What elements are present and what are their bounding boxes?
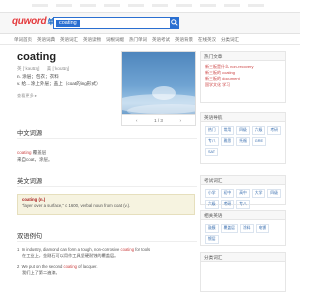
panel-title: 英语导航 — [201, 113, 285, 122]
exam-tag[interactable]: 六级 — [205, 200, 219, 209]
utility-link[interactable] — [248, 4, 264, 7]
examples-title: 双语例句 — [17, 233, 43, 240]
nav-item[interactable]: 英语考试 — [152, 35, 170, 45]
related-tag[interactable]: 涂料 — [239, 224, 254, 233]
utility-link[interactable] — [200, 4, 216, 7]
nav-tag[interactable]: GRE — [251, 137, 267, 146]
nav-tag[interactable]: 专八 — [205, 137, 219, 146]
related-tag[interactable]: 鼓膜 — [205, 224, 219, 233]
search-query-chip: coating — [56, 20, 80, 27]
definition-verb: v. 给…涂上外层；盖上（coat的ing形式） — [17, 81, 101, 86]
related-panel: 相关英语 鼓膜 覆盖层 涂料 电镀镀层 — [200, 210, 286, 246]
top-utility-bar — [0, 0, 300, 13]
next-arrow-icon[interactable]: › — [180, 115, 182, 126]
nav-panel: 英语导航 热门 常用 四级 六级 考研专八 雅思 托福 GRE SAT — [200, 112, 286, 164]
panel-title: 分类词汇 — [201, 253, 285, 262]
chinese-etymology-title: 中文词源 — [17, 130, 43, 137]
nav-item[interactable]: 单词首页 — [14, 35, 32, 45]
utility-link[interactable] — [152, 4, 168, 7]
search-input[interactable]: coating — [53, 17, 171, 29]
nav-item[interactable]: 在线英汉 — [198, 35, 216, 45]
example-item: 1 In industry, diamond can form a tough,… — [17, 247, 151, 258]
nav-item[interactable]: 分类词汇 — [221, 35, 239, 45]
panel-title: 考试词汇 — [201, 176, 285, 185]
related-tag[interactable]: 镀层 — [205, 235, 219, 244]
utility-link[interactable] — [32, 4, 48, 7]
photo-pager: ‹ 1 / 3 › — [121, 114, 196, 126]
exam-tag[interactable]: 专八 — [236, 200, 250, 209]
panel-title: 热门文章 — [201, 52, 285, 61]
divider — [17, 138, 197, 139]
exam-tag[interactable]: 大学 — [251, 189, 266, 198]
more-link[interactable]: 查看更多 ▸ — [17, 93, 37, 99]
nav-item[interactable]: 词根词缀 — [106, 35, 124, 45]
utility-link[interactable] — [224, 4, 240, 7]
utility-link[interactable] — [80, 4, 96, 7]
site-header: quword单词 coating — [0, 13, 300, 34]
nav-tag[interactable]: 常用 — [220, 126, 235, 135]
related-tag[interactable]: 电镀 — [255, 224, 270, 233]
utility-link[interactable] — [176, 4, 192, 7]
main-nav: 单词首页 英语词典 英语词汇 英语读物 词根词缀 热门单词 英语考试 英语背景 在线英汉 分类词汇 — [0, 35, 300, 45]
chinese-etymology-body: coating 覆盖层 来自coat，涂层。 — [17, 150, 53, 162]
nav-tag[interactable]: 热门 — [205, 126, 219, 135]
pager-count: 1 / 3 — [154, 118, 163, 123]
hot-article-link[interactable]: 国学文化 学习 — [205, 82, 281, 88]
divider — [17, 186, 197, 187]
example-item: 2 We put on the second coating of lacque… — [17, 264, 98, 275]
search-button[interactable] — [170, 17, 179, 29]
utility-link[interactable] — [56, 4, 72, 7]
panel-title: 相关英语 — [201, 211, 285, 220]
english-etymology-box: coating (n.) "layer over a surface," c 1… — [17, 194, 195, 215]
nav-item[interactable]: 英语词汇 — [60, 35, 78, 45]
exam-panel: 考试词汇 小学 初中 高中 大学 四级六级 考研 专八 — [200, 175, 286, 209]
definitions: n. 涂层；包衣；衣料 v. 给…涂上外层；盖上（coat的ing形式） — [17, 73, 101, 87]
phonetics: 英 [ˈkəʊtɪŋ] 美 [ˈkoʊtɪŋ] — [17, 66, 75, 72]
definition-noun: n. 涂层；包衣；衣料 — [17, 74, 59, 79]
nav-tag[interactable]: 六级 — [251, 126, 266, 135]
nav-item[interactable]: 英语读物 — [83, 35, 101, 45]
exam-tag[interactable]: 初中 — [220, 189, 235, 198]
divider — [17, 241, 197, 242]
exam-tag[interactable]: 考研 — [220, 200, 235, 209]
phonetic-us[interactable]: 美 [ˈkoʊtɪŋ] — [47, 66, 69, 71]
english-etymology-title: 英文词源 — [17, 178, 43, 185]
nav-tag[interactable]: 雅思 — [220, 137, 235, 146]
related-tag[interactable]: 覆盖层 — [220, 224, 238, 233]
phonetic-uk[interactable]: 英 [ˈkəʊtɪŋ] — [17, 66, 39, 71]
nav-item[interactable]: 英语词典 — [37, 35, 55, 45]
nav-tag[interactable]: SAT — [205, 148, 219, 156]
exam-tag[interactable]: 四级 — [267, 189, 281, 198]
exam-tag[interactable]: 高中 — [236, 189, 250, 198]
word-title: coating — [17, 51, 57, 63]
utility-link[interactable] — [104, 4, 120, 7]
exam-tag[interactable]: 小学 — [205, 189, 219, 198]
nav-item[interactable]: 热门单词 — [129, 35, 147, 45]
nav-tag[interactable]: 考研 — [267, 126, 281, 135]
prev-arrow-icon[interactable]: ‹ — [136, 115, 138, 126]
nav-tag[interactable]: 托福 — [236, 137, 250, 146]
nav-tag[interactable]: 四级 — [236, 126, 250, 135]
nav-item[interactable]: 英语背景 — [175, 35, 193, 45]
category-panel: 分类词汇 — [200, 252, 286, 292]
search-icon — [171, 19, 178, 26]
hot-articles-panel: 热门文章 新三板是什么 non-recovery 新三板的 coating 新三板的… — [200, 51, 286, 103]
utility-link[interactable] — [128, 4, 144, 7]
